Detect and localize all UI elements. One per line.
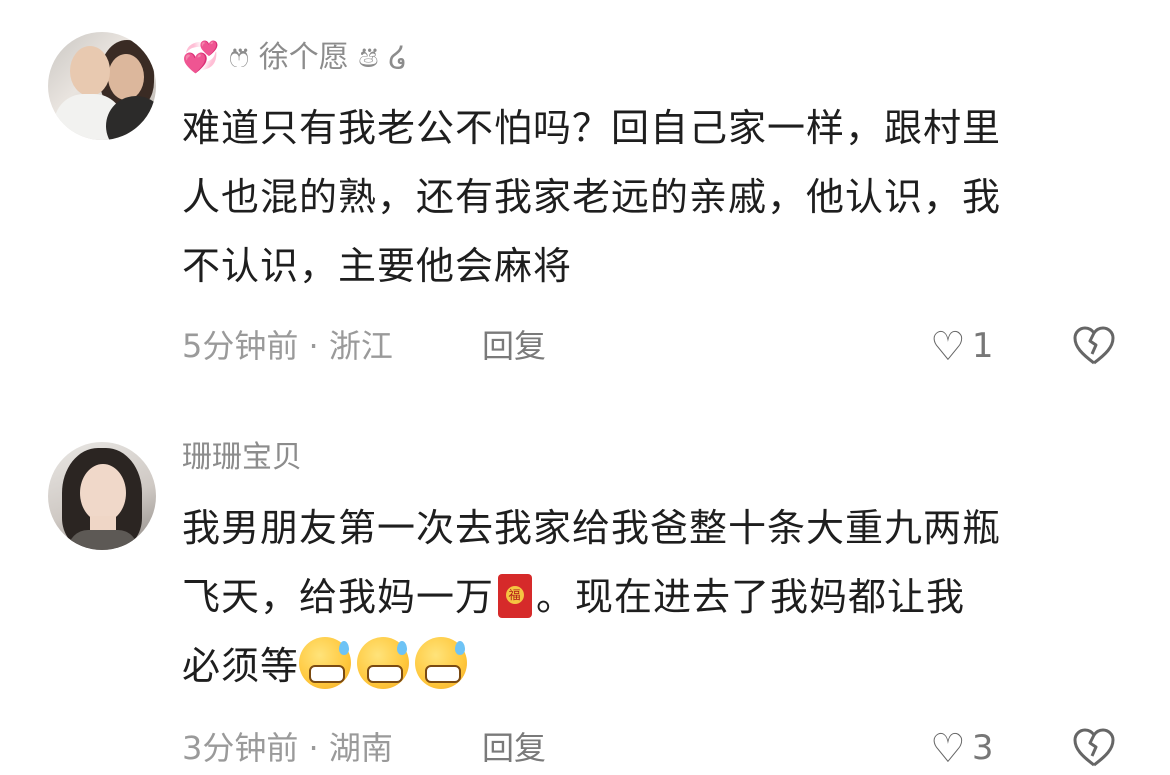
avatar-face-child (70, 46, 110, 96)
comment-meta: 3分钟前 · 湖南 回复 (182, 728, 546, 768)
comment-meta: 5分钟前 · 浙江 回复 (182, 326, 546, 366)
red-envelope-emoji (498, 574, 533, 618)
broken-heart-svg (1073, 728, 1115, 767)
sweat-grin-emoji (415, 637, 468, 689)
comment-item: 💞 ෆ⃛ 徐个愿 ෂ⃛ ໒ 难道只有我老公不怕吗？回自己家一样，跟村里 人也混的… (0, 0, 1170, 390)
comment-line: 人也混的熟，还有我家老远的亲戚，他认识，我 (182, 175, 1002, 219)
comment-text: 难道只有我老公不怕吗？回自己家一样，跟村里 人也混的熟，还有我家老远的亲戚，他认… (182, 94, 1122, 301)
username[interactable]: 珊珊宝贝 (182, 438, 302, 478)
comment-fragment: 。现在进去了我妈都让我 (536, 575, 966, 619)
heart-outline-icon: ♡ (930, 324, 966, 370)
reply-button[interactable]: 回复 (482, 326, 546, 366)
avatar[interactable] (48, 442, 156, 550)
sweat-grin-emoji (357, 637, 410, 689)
avatar[interactable] (48, 32, 156, 140)
comment-line: 不认识，主要他会麻将 (182, 244, 573, 288)
time-location: 5分钟前 · 浙江 (182, 327, 393, 365)
like-button[interactable]: ♡ 3 (930, 728, 994, 769)
avatar-face (80, 464, 126, 522)
like-count: 1 (971, 326, 994, 366)
reply-button[interactable]: 回复 (482, 728, 546, 768)
comment-text: 我男朋友第一次去我家给我爸整十条大重九两瓶 飞天，给我妈一万。现在进去了我妈都让… (182, 494, 1122, 701)
comment-line: 飞天，给我妈一万。现在进去了我妈都让我 (182, 563, 1122, 632)
like-button[interactable]: ♡ 1 (930, 326, 994, 367)
like-count: 3 (971, 728, 994, 768)
comment-fragment: 飞天，给我妈一万 (182, 575, 495, 619)
comment-item: 珊珊宝贝 我男朋友第一次去我家给我爸整十条大重九两瓶 飞天，给我妈一万。现在进去… (0, 410, 1170, 774)
comment-line: 必须等 (182, 632, 1122, 701)
broken-heart-icon[interactable] (1072, 326, 1116, 373)
broken-heart-svg (1073, 326, 1115, 365)
comment-line: 我男朋友第一次去我家给我爸整十条大重九两瓶 (182, 506, 1002, 550)
comment-line: 难道只有我老公不怕吗？回自己家一样，跟村里 (182, 106, 1002, 150)
comment-fragment: 必须等 (182, 644, 300, 688)
heart-outline-icon: ♡ (930, 726, 966, 772)
sweat-grin-emoji (299, 637, 352, 689)
username[interactable]: 💞 ෆ⃛ 徐个愿 ෂ⃛ ໒ (182, 38, 407, 78)
avatar-body (68, 530, 138, 550)
avatar-face (108, 54, 144, 100)
time-location: 3分钟前 · 湖南 (182, 729, 393, 767)
broken-heart-icon[interactable] (1072, 728, 1116, 775)
